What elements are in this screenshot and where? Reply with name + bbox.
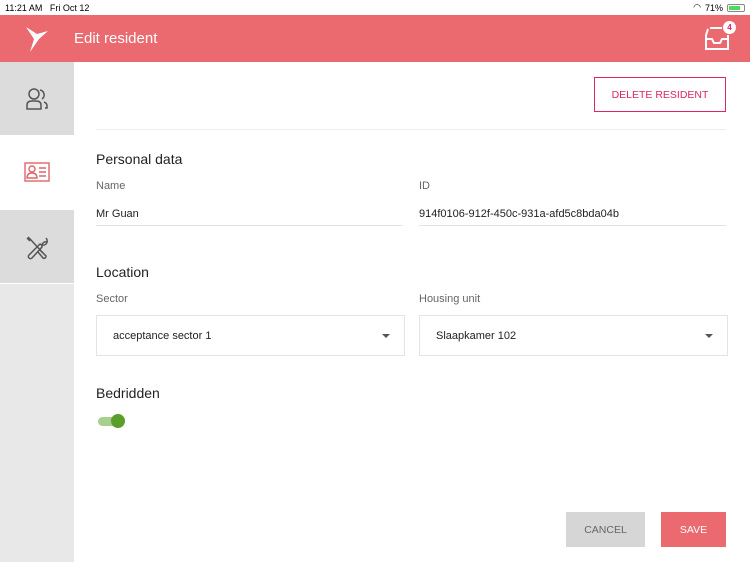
battery-percent: 71% bbox=[704, 2, 723, 13]
sidebar-item-settings[interactable] bbox=[0, 210, 74, 284]
inbox-button[interactable]: 4 bbox=[702, 21, 736, 53]
sector-value: acceptance sector 1 bbox=[113, 329, 212, 342]
personal-data-heading: Personal data bbox=[96, 151, 183, 167]
name-field[interactable]: Mr Guan bbox=[96, 202, 403, 226]
chevron-down-icon bbox=[705, 333, 713, 338]
housing-unit-select[interactable]: Slaapkamer 102 bbox=[419, 315, 728, 356]
page-title: Edit resident bbox=[74, 30, 158, 47]
sector-select[interactable]: acceptance sector 1 bbox=[96, 315, 405, 356]
cancel-button[interactable]: CANCEL bbox=[566, 512, 645, 547]
housing-unit-value: Slaapkamer 102 bbox=[436, 329, 517, 342]
edit-resident-form: DELETE RESIDENT Personal data Name Mr Gu… bbox=[74, 62, 750, 562]
sidebar-item-residents[interactable] bbox=[0, 62, 74, 136]
status-bar: 11:21 AM Fri Oct 12 ◠ 71% bbox=[0, 0, 750, 15]
id-field: 914f0106-912f-450c-931a-afd5c8bda04b bbox=[419, 202, 726, 226]
chevron-down-icon bbox=[382, 333, 390, 338]
location-heading: Location bbox=[96, 264, 149, 280]
tools-icon bbox=[26, 235, 48, 259]
wifi-icon: ◠ bbox=[693, 2, 701, 12]
divider bbox=[96, 129, 726, 130]
app-header: Edit resident 4 bbox=[0, 15, 750, 62]
bedridden-heading: Bedridden bbox=[96, 385, 160, 401]
status-time: 11:21 AM Fri Oct 12 bbox=[5, 2, 90, 13]
bird-logo-icon bbox=[0, 25, 74, 53]
sector-label: Sector bbox=[96, 293, 128, 305]
housing-unit-label: Housing unit bbox=[419, 293, 481, 305]
name-label: Name bbox=[96, 180, 126, 192]
bedridden-toggle[interactable] bbox=[98, 414, 125, 428]
users-icon bbox=[26, 87, 48, 110]
inbox-badge: 4 bbox=[723, 21, 736, 34]
battery-icon bbox=[727, 3, 745, 12]
sidebar-item-resident-details[interactable] bbox=[0, 136, 74, 210]
save-button[interactable]: SAVE bbox=[661, 512, 726, 547]
id-label: ID bbox=[419, 180, 430, 192]
delete-resident-button[interactable]: DELETE RESIDENT bbox=[594, 77, 726, 112]
id-card-icon bbox=[24, 161, 50, 182]
sidebar bbox=[0, 62, 74, 562]
